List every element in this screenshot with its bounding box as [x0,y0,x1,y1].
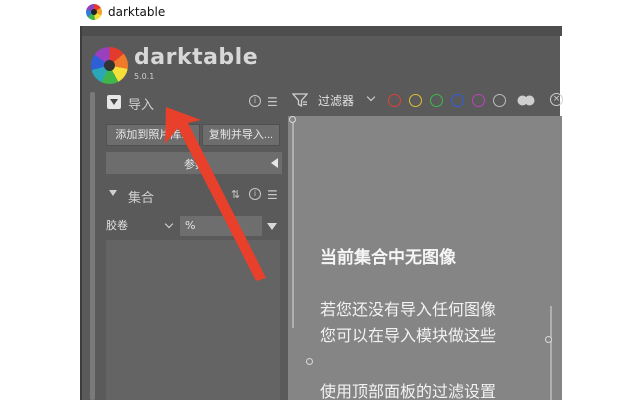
filter-label[interactable]: 过滤器 [318,92,354,109]
guide-node-icon [289,116,296,123]
chevron-down-icon [164,219,174,229]
left-panel-collapse-handle[interactable] [90,92,95,400]
empty-collection-hint-1: 若您还没有导入任何图像 [320,300,497,319]
color-label-gray-icon[interactable] [493,94,506,107]
color-label-green-icon[interactable] [430,94,443,107]
filter-funnel-icon[interactable] [292,92,308,108]
import-module-header[interactable]: 导入 i ☰ [106,92,282,113]
reject-filter-icon[interactable]: × [550,93,563,106]
darktable-logo-icon [91,47,128,84]
collection-property-dropdown[interactable]: 胶卷 [106,216,176,236]
chevron-down-icon[interactable] [366,92,376,102]
sort-icon[interactable]: ⇅ [231,188,240,202]
import-expand-toggle[interactable] [107,95,121,109]
darktable-app-icon [86,4,102,20]
guide-node-icon [306,358,313,365]
hamburger-menu-icon[interactable]: ☰ [267,95,278,109]
window-title: darktable [108,5,166,19]
hamburger-menu-icon[interactable]: ☰ [267,188,278,202]
empty-collection-title: 当前集合中无图像 [320,248,456,268]
parameters-section[interactable]: 参数 [106,152,282,174]
info-icon[interactable]: i [249,188,261,200]
info-icon[interactable]: i [249,95,261,107]
collapse-arrow-icon[interactable] [271,158,278,168]
color-label-purple-icon[interactable] [472,94,485,107]
darktable-window: darktable 5.0.1 导入 i ☰ 添加到照片库... 复制并导入..… [80,26,563,400]
collection-options-arrow-icon[interactable] [267,223,277,230]
color-combine-icon[interactable] [516,94,536,107]
layout-guide-line [550,306,552,400]
logo-title: darktable [134,45,259,70]
collection-property-label: 胶卷 [106,219,128,232]
import-module-label: 导入 [128,98,155,113]
layout-guide-line [292,122,294,328]
empty-collection-hint-2: 您可以在导入模块做这些 [320,326,497,345]
top-strip [82,26,562,36]
add-to-library-button[interactable]: 添加到照片库... [106,124,200,146]
color-label-red-icon[interactable] [388,94,401,107]
collection-list[interactable] [106,240,280,400]
parameters-label: 参数 [184,158,206,171]
collections-module-header[interactable]: 集合 ⇅ i ☰ [106,185,282,206]
collection-rule-input[interactable]: % [180,216,262,236]
guide-node-icon [545,336,552,343]
collections-module-label: 集合 [128,191,155,206]
screenshot: darktable darktable 5.0.1 导入 i ☰ 添加到照片库.… [0,0,640,400]
filter-bar: 过滤器 × [288,88,563,112]
color-label-yellow-icon[interactable] [409,94,422,107]
color-label-blue-icon[interactable] [451,94,464,107]
expand-arrow-icon[interactable] [109,190,117,196]
logo-version: 5.0.1 [134,72,155,81]
empty-collection-hint-3: 使用顶部面板的过滤设置 [320,382,497,400]
lighttable-center-view[interactable]: 当前集合中无图像 若您还没有导入任何图像 您可以在导入模块做这些 使用顶部面板的… [288,116,562,400]
copy-and-import-button[interactable]: 复制并导入... [202,124,280,146]
